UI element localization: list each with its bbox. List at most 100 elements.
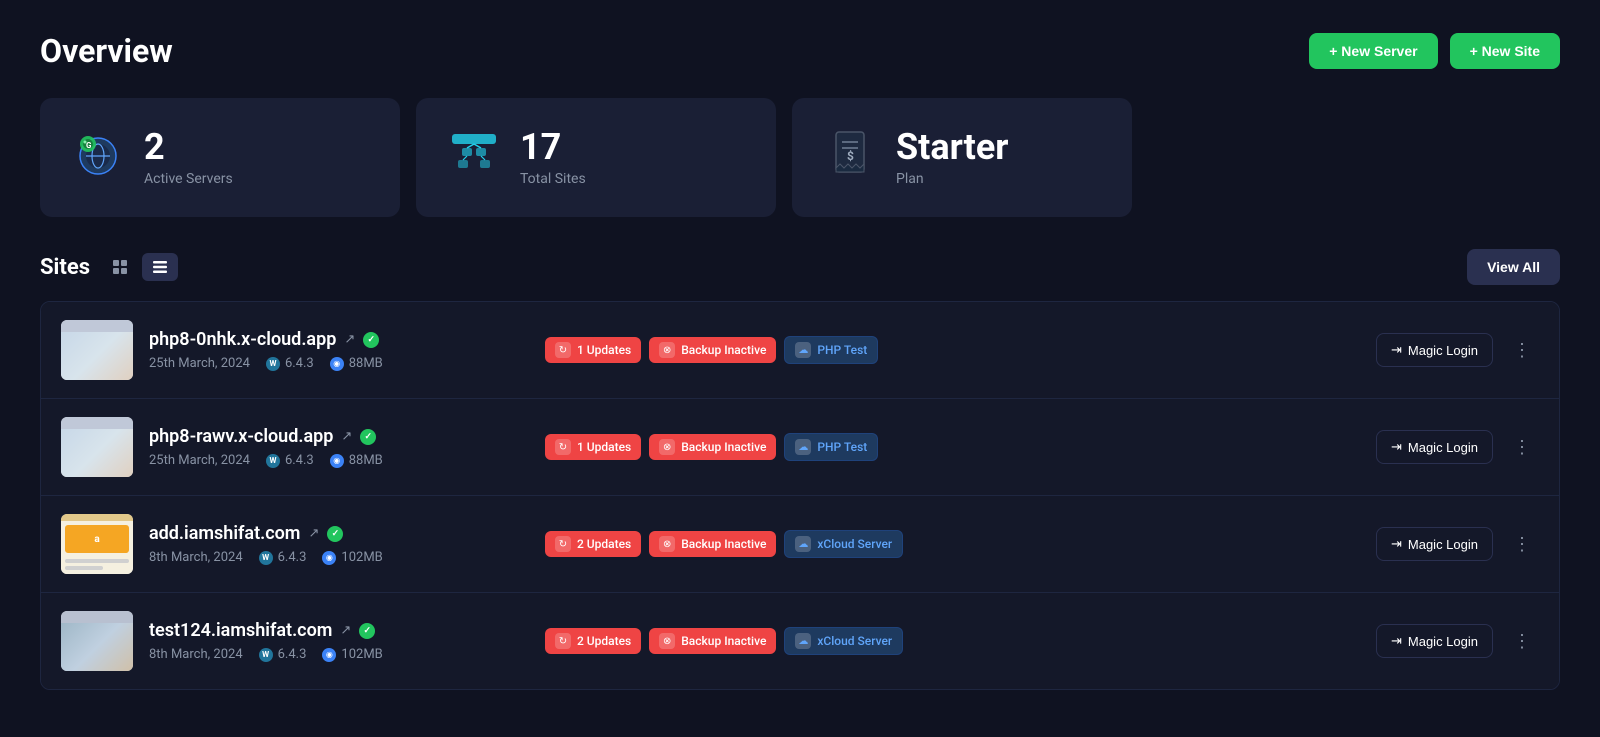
stat-sites-number: 17 bbox=[520, 128, 586, 168]
backup-icon: ⊗ bbox=[659, 342, 675, 358]
site-meta: 8th March, 2024 W 6.4.3 ◉ 102MB bbox=[149, 550, 529, 565]
site-date: 8th March, 2024 bbox=[149, 647, 243, 662]
network-icon bbox=[448, 126, 500, 189]
site-thumbnail bbox=[61, 417, 133, 477]
disk-icon: ◉ bbox=[322, 551, 336, 565]
site-tag: ⊗ Backup Inactive bbox=[649, 531, 776, 557]
stat-cards: G 2 Active Servers 17 Total Sites bbox=[40, 98, 1560, 217]
login-arrow-icon: ⇥ bbox=[1391, 536, 1402, 552]
external-link-icon[interactable]: ↗ bbox=[308, 526, 319, 541]
magic-login-label: Magic Login bbox=[1408, 634, 1478, 649]
site-tag: ↻ 1 Updates bbox=[545, 337, 641, 363]
grid-view-button[interactable] bbox=[102, 253, 138, 281]
site-actions: ⇥ Magic Login ⋮ bbox=[1376, 624, 1539, 658]
updates-icon: ↻ bbox=[555, 342, 571, 358]
site-disk-size: ◉ 88MB bbox=[330, 453, 383, 468]
site-name: add.iamshifat.com bbox=[149, 523, 300, 544]
backup-icon: ⊗ bbox=[659, 633, 675, 649]
site-status-active bbox=[359, 623, 375, 639]
site-disk-size: ◉ 102MB bbox=[322, 550, 382, 565]
new-server-button[interactable]: + New Server bbox=[1309, 33, 1437, 69]
wp-icon: W bbox=[259, 648, 273, 662]
disk-icon: ◉ bbox=[330, 454, 344, 468]
more-options-button[interactable]: ⋮ bbox=[1505, 433, 1539, 462]
magic-login-button[interactable]: ⇥ Magic Login bbox=[1376, 624, 1493, 658]
magic-login-button[interactable]: ⇥ Magic Login bbox=[1376, 430, 1493, 464]
site-status-active bbox=[327, 526, 343, 542]
site-tags: ↻1 Updates ⊗Backup Inactive ☁PHP Test bbox=[545, 433, 1360, 461]
wp-icon: W bbox=[266, 454, 280, 468]
site-actions: ⇥ Magic Login ⋮ bbox=[1376, 333, 1539, 367]
disk-icon: ◉ bbox=[330, 357, 344, 371]
tag-label: PHP Test bbox=[817, 440, 867, 454]
sites-title-group: Sites bbox=[40, 253, 178, 281]
new-site-button[interactable]: + New Site bbox=[1450, 33, 1560, 69]
backup-icon: ⊗ bbox=[659, 536, 675, 552]
stat-plan-label: Plan bbox=[896, 171, 1008, 187]
site-tag: ↻2 Updates bbox=[545, 531, 641, 557]
site-tag: ⊗Backup Inactive bbox=[649, 434, 776, 460]
globe-icon: G bbox=[72, 126, 124, 189]
updates-icon: ↻ bbox=[555, 439, 571, 455]
tag-label: xCloud Server bbox=[817, 537, 892, 551]
updates-icon: ↻ bbox=[555, 633, 571, 649]
stat-sites-label: Total Sites bbox=[520, 171, 586, 187]
view-all-button[interactable]: View All bbox=[1467, 249, 1560, 285]
site-wp-version: W 6.4.3 bbox=[266, 453, 314, 468]
stat-card-plan: $ Starter Plan bbox=[792, 98, 1132, 217]
header-buttons: + New Server + New Site bbox=[1309, 33, 1560, 69]
wp-icon: W bbox=[259, 551, 273, 565]
site-name-row: php8-rawv.x-cloud.app ↗ bbox=[149, 426, 529, 447]
site-tag: ☁PHP Test bbox=[784, 433, 878, 461]
info-icon: ☁ bbox=[795, 536, 811, 552]
tag-label: Backup Inactive bbox=[681, 537, 766, 551]
more-options-button[interactable]: ⋮ bbox=[1505, 336, 1539, 365]
wp-icon: W bbox=[266, 357, 280, 371]
site-name-row: add.iamshifat.com ↗ bbox=[149, 523, 529, 544]
magic-login-label: Magic Login bbox=[1408, 440, 1478, 455]
magic-login-button[interactable]: ⇥ Magic Login bbox=[1376, 333, 1493, 367]
external-link-icon[interactable]: ↗ bbox=[341, 429, 352, 444]
tag-label: xCloud Server bbox=[817, 634, 892, 648]
site-row: test124.iamshifat.com ↗ 8th March, 2024 … bbox=[41, 593, 1559, 689]
page-header: Overview + New Server + New Site bbox=[40, 32, 1560, 70]
site-info: php8-rawv.x-cloud.app ↗ 25th March, 2024… bbox=[149, 426, 529, 468]
stat-servers-number: 2 bbox=[144, 128, 233, 168]
site-tag: ↻1 Updates bbox=[545, 434, 641, 460]
site-thumbnail bbox=[61, 320, 133, 380]
site-disk-size: ◉ 88MB bbox=[330, 356, 383, 371]
login-arrow-icon: ⇥ bbox=[1391, 633, 1402, 649]
site-name: php8-0nhk.x-cloud.app bbox=[149, 329, 336, 350]
tag-label: 2 Updates bbox=[577, 634, 631, 648]
stat-servers-label: Active Servers bbox=[144, 171, 233, 187]
site-tag: ⊗ Backup Inactive bbox=[649, 337, 776, 363]
stat-plan-text: Starter Plan bbox=[896, 128, 1008, 188]
svg-text:$: $ bbox=[847, 149, 854, 163]
tag-label: Backup Inactive bbox=[681, 634, 766, 648]
view-toggle bbox=[102, 253, 178, 281]
page-title: Overview bbox=[40, 32, 173, 70]
site-row: a add.iamshifat.com ↗ 8th March, 2024 W … bbox=[41, 496, 1559, 593]
sites-title: Sites bbox=[40, 255, 90, 280]
disk-icon: ◉ bbox=[322, 648, 336, 662]
more-options-button[interactable]: ⋮ bbox=[1505, 627, 1539, 656]
site-row: php8-0nhk.x-cloud.app ↗ 25th March, 2024… bbox=[41, 302, 1559, 399]
site-info: test124.iamshifat.com ↗ 8th March, 2024 … bbox=[149, 620, 529, 662]
list-view-button[interactable] bbox=[142, 253, 178, 281]
stat-plan-name: Starter bbox=[896, 128, 1008, 168]
site-wp-version: W 6.4.3 bbox=[266, 356, 314, 371]
magic-login-button[interactable]: ⇥ Magic Login bbox=[1376, 527, 1493, 561]
site-list: php8-0nhk.x-cloud.app ↗ 25th March, 2024… bbox=[40, 301, 1560, 690]
tag-label: Backup Inactive bbox=[681, 343, 766, 357]
external-link-icon[interactable]: ↗ bbox=[344, 332, 355, 347]
more-options-button[interactable]: ⋮ bbox=[1505, 530, 1539, 559]
site-thumbnail: a bbox=[61, 514, 133, 574]
external-link-icon[interactable]: ↗ bbox=[340, 623, 351, 638]
stat-card-servers: G 2 Active Servers bbox=[40, 98, 400, 217]
site-meta: 25th March, 2024 W 6.4.3 ◉ 88MB bbox=[149, 356, 529, 371]
site-date: 25th March, 2024 bbox=[149, 453, 250, 468]
site-date: 8th March, 2024 bbox=[149, 550, 243, 565]
site-name: test124.iamshifat.com bbox=[149, 620, 332, 641]
site-name-row: test124.iamshifat.com ↗ bbox=[149, 620, 529, 641]
tag-label: 1 Updates bbox=[577, 343, 631, 357]
